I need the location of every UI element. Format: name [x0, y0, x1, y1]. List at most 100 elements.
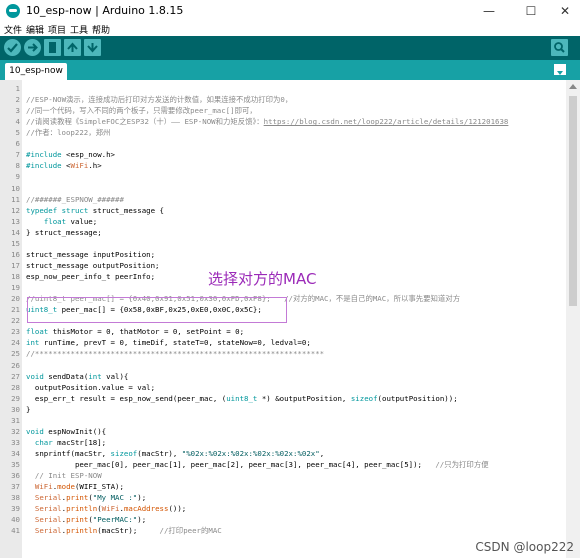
code-line[interactable]: 27 void sendData(int val){: [0, 371, 566, 382]
line-number: 12: [11, 205, 20, 215]
code-line[interactable]: 32 void espNowInit(){: [0, 426, 566, 437]
line-number: 6: [15, 139, 20, 149]
code-line[interactable]: 15: [0, 238, 566, 249]
code-line[interactable]: 13 float value;: [0, 216, 566, 227]
annotation-label: 选择对方的MAC: [208, 270, 317, 288]
code-line[interactable]: 6: [0, 138, 566, 149]
code-line[interactable]: 5 //作者：loop222，郑州: [0, 127, 566, 138]
code-text: //请阅读教程《SimpleFOC之ESP32（十）—— ESP-NOW和力矩反…: [26, 117, 509, 127]
menu-edit[interactable]: 编辑: [26, 23, 44, 36]
line-number: 34: [11, 448, 20, 458]
line-number: 23: [11, 327, 20, 337]
code-line[interactable]: 12 typedef struct struct_message {: [0, 205, 566, 216]
code-text: // Init ESP-NOW: [34, 471, 102, 481]
line-number: 8: [15, 161, 20, 171]
code-text: void espNowInit(){: [26, 426, 107, 436]
code-line[interactable]: 3 //同一个代码，写入不同的两个板子，只需要修改peer_mac[]即可，: [0, 105, 566, 116]
code-line[interactable]: 30}: [0, 404, 566, 415]
new-icon[interactable]: [44, 39, 61, 56]
annotation-highlight-box: [27, 297, 287, 323]
line-number: 27: [11, 371, 20, 381]
scroll-thumb[interactable]: [569, 96, 577, 306]
code-text: Serial.print("PeerMAC:");: [34, 515, 147, 525]
code-line[interactable]: 41 Serial.println(macStr); //打印peer的MAC: [0, 525, 566, 536]
line-number: 16: [11, 249, 20, 259]
code-text: //作者：loop222，郑州: [26, 128, 111, 138]
code-line[interactable]: 9: [0, 171, 566, 182]
code-line[interactable]: 8 #include <WiFi.h>: [0, 160, 566, 171]
line-number: 17: [11, 260, 20, 270]
close-button[interactable]: ✕: [550, 2, 580, 20]
line-number: 11: [11, 194, 20, 204]
tab-bar: 10_esp-now: [0, 60, 580, 80]
code-text: struct_message inputPosition;: [26, 249, 156, 259]
menu-project[interactable]: 项目: [48, 23, 66, 36]
code-line[interactable]: 26: [0, 360, 566, 371]
code-text: char macStr[18];: [34, 437, 107, 447]
line-number: 5: [15, 128, 20, 138]
line-number: 18: [11, 272, 20, 282]
line-number: 7: [15, 150, 20, 160]
code-line[interactable]: 36 // Init ESP-NOW: [0, 470, 566, 481]
line-number: 15: [11, 238, 20, 248]
line-number: 9: [15, 172, 20, 182]
line-number: 25: [11, 349, 20, 359]
code-text: struct_message outputPosition;: [26, 260, 160, 270]
code-line[interactable]: 23 float thisMotor = 0, thatMotor = 0, se…: [0, 326, 566, 337]
line-number: 20: [11, 294, 20, 304]
code-text: peer_mac[0], peer_mac[1], peer_mac[2], p…: [26, 460, 489, 470]
code-line[interactable]: 40 Serial.print("PeerMAC:");: [0, 514, 566, 525]
serial-monitor-icon[interactable]: [551, 39, 568, 56]
code-text: //######_ESPNOW_######: [26, 194, 124, 204]
code-line[interactable]: 7 #include <esp_now.h>: [0, 149, 566, 160]
code-text: esp_err_t result = esp_now_send(peer_mac…: [26, 393, 458, 403]
code-text: outputPosition.value = val;: [26, 382, 156, 392]
tab-10-esp-now[interactable]: 10_esp-now: [5, 63, 67, 80]
code-line[interactable]: 4 //请阅读教程《SimpleFOC之ESP32（十）—— ESP-NOW和力矩…: [0, 116, 566, 127]
code-line[interactable]: 1: [0, 83, 566, 94]
line-number: 24: [11, 338, 20, 348]
vertical-scrollbar[interactable]: [566, 80, 580, 558]
code-text: float value;: [43, 216, 98, 226]
code-text: //ESP-NOW演示，连接成功后打印对方发送的计数值，如果连接不成功打印为0，: [26, 95, 293, 105]
code-line[interactable]: 25 //************************************…: [0, 348, 566, 359]
code-line[interactable]: 11 //######_ESPNOW_######: [0, 194, 566, 205]
code-line[interactable]: 38 Serial.print("My MAC :");: [0, 492, 566, 503]
code-line[interactable]: 37 WiFi.mode(WIFI_STA);: [0, 481, 566, 492]
code-line[interactable]: 28 outputPosition.value = val;: [0, 382, 566, 393]
verify-icon[interactable]: [4, 39, 21, 56]
code-line[interactable]: 29 esp_err_t result = esp_now_send(peer_…: [0, 393, 566, 404]
menu-file[interactable]: 文件: [4, 23, 22, 36]
code-text: Serial.println(macStr); //打印peer的MAC: [34, 526, 222, 536]
line-number: 13: [11, 216, 20, 226]
minimize-button[interactable]: —: [474, 2, 504, 20]
code-line[interactable]: 31: [0, 415, 566, 426]
open-icon[interactable]: [64, 39, 81, 56]
code-text: Serial.println(WiFi.macAddress());: [34, 504, 187, 514]
code-text: #include <esp_now.h>: [26, 150, 116, 160]
tab-menu-button[interactable]: [554, 64, 566, 75]
maximize-button[interactable]: ☐: [516, 2, 546, 20]
scroll-up-icon[interactable]: [569, 84, 577, 89]
code-line[interactable]: 14} struct_message;: [0, 227, 566, 238]
watermark: CSDN @loop222: [475, 540, 574, 554]
arduino-app-icon: [6, 4, 20, 18]
code-line[interactable]: 24 int runTime, prevT = 0, timeDif, state…: [0, 337, 566, 348]
toolbar: [0, 36, 580, 60]
code-line[interactable]: 34 snprintf(macStr, sizeof(macStr), "%02…: [0, 448, 566, 459]
code-line[interactable]: 2 //ESP-NOW演示，连接成功后打印对方发送的计数值，如果连接不成功打印为0…: [0, 94, 566, 105]
save-icon[interactable]: [84, 39, 101, 56]
code-line[interactable]: 39 Serial.println(WiFi.macAddress());: [0, 503, 566, 514]
line-number: 21: [11, 305, 20, 315]
menu-help[interactable]: 帮助: [92, 23, 110, 36]
code-line[interactable]: 16 struct_message inputPosition;: [0, 249, 566, 260]
upload-icon[interactable]: [24, 39, 41, 56]
line-number: 10: [11, 183, 20, 193]
code-line[interactable]: 33 char macStr[18];: [0, 437, 566, 448]
code-line[interactable]: 35 peer_mac[0], peer_mac[1], peer_mac[2]…: [0, 459, 566, 470]
code-text: snprintf(macStr, sizeof(macStr), "%02x:%…: [26, 448, 325, 458]
code-text: typedef struct struct_message {: [26, 205, 164, 215]
menu-tools[interactable]: 工具: [70, 23, 88, 36]
code-text: WiFi.mode(WIFI_STA);: [34, 482, 124, 492]
code-line[interactable]: 10: [0, 183, 566, 194]
